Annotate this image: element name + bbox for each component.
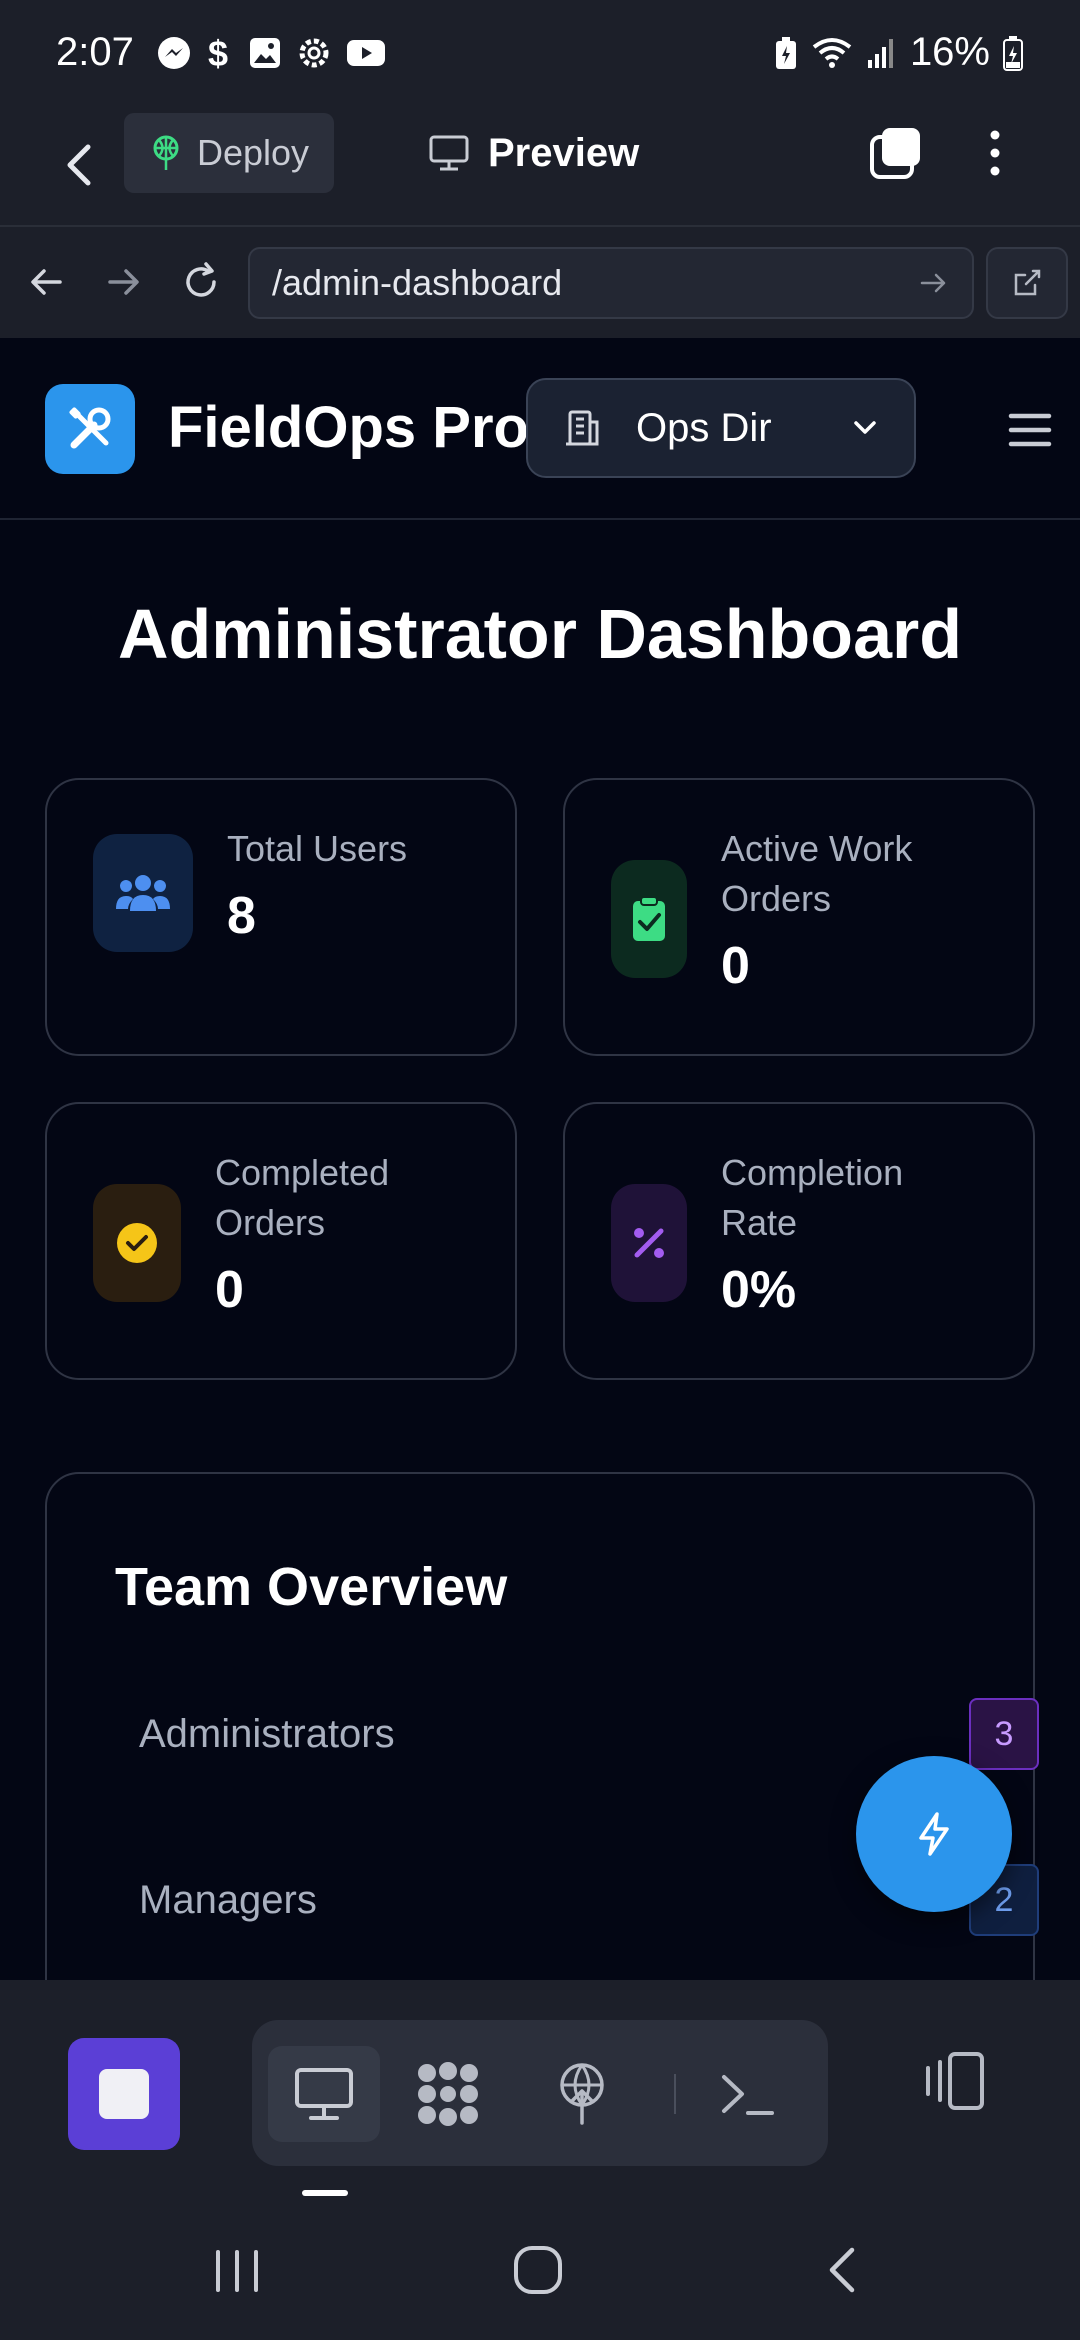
tools-icon — [64, 403, 116, 455]
monitor-icon — [428, 134, 470, 172]
tool-preview[interactable] — [268, 2046, 380, 2142]
stat-label: Completed Orders — [215, 1152, 390, 1243]
stat-value: 0 — [215, 1261, 244, 1319]
toolbar-divider — [674, 2074, 676, 2114]
tool-switcher — [252, 2020, 828, 2166]
reload-icon[interactable] — [178, 259, 224, 305]
monitor-icon — [293, 2066, 355, 2122]
stat-card-active-work-orders: Active Work Orders 0 — [563, 778, 1035, 1056]
clipboard-check-icon — [611, 860, 687, 978]
stop-button[interactable] — [68, 2038, 180, 2150]
quick-action-button[interactable] — [856, 1756, 1012, 1912]
go-arrow-icon[interactable] — [916, 266, 950, 300]
app-logo[interactable] — [45, 384, 135, 474]
preview-label: Preview — [488, 130, 640, 175]
home-icon[interactable] — [512, 2244, 564, 2296]
stat-label: Total Users — [227, 828, 408, 869]
status-time: 2:07 — [56, 30, 134, 74]
stat-value: 8 — [227, 887, 256, 945]
percent-icon — [611, 1184, 687, 1302]
building-icon — [562, 407, 604, 449]
app-header: FieldOps Pro Ops Dir — [0, 338, 1080, 520]
tool-agent[interactable] — [392, 2046, 504, 2142]
hamburger-menu-icon[interactable] — [1008, 408, 1052, 452]
page-title: Administrator Dashboard — [118, 595, 962, 673]
wifi-icon — [810, 35, 854, 71]
stat-value: 0 — [721, 937, 750, 995]
more-menu-icon[interactable] — [980, 123, 1010, 183]
count-badge: 3 — [969, 1698, 1039, 1770]
team-row-administrators[interactable]: Administrators 3 — [139, 1694, 1039, 1774]
deploy-button[interactable]: Deploy — [124, 113, 334, 193]
signal-icon — [866, 36, 898, 70]
users-icon — [93, 834, 193, 952]
chevron-down-icon — [850, 413, 880, 443]
agent-icon — [413, 2059, 483, 2129]
deploy-icon — [149, 134, 183, 172]
stat-card-total-users: Total Users 8 — [45, 778, 517, 1056]
stat-label: Active Work Orders — [721, 828, 913, 919]
replit-top-bar: Deploy Preview — [0, 105, 1080, 225]
android-nav-bar — [0, 2200, 1080, 2340]
browser-back-icon[interactable] — [24, 259, 70, 305]
role-selector[interactable]: Ops Dir — [526, 378, 916, 478]
preview-tab[interactable]: Preview — [428, 113, 639, 193]
app-name: FieldOps Pro — [168, 395, 529, 460]
team-row-label: Administrators — [139, 1711, 395, 1756]
devices-icon[interactable] — [922, 2046, 992, 2116]
external-link-icon — [1009, 265, 1045, 301]
lightning-icon — [909, 1809, 959, 1859]
terminal-icon — [718, 2069, 778, 2119]
team-row-managers[interactable]: Managers 2 — [139, 1860, 1039, 1940]
stop-icon — [99, 2069, 149, 2119]
url-input[interactable]: /admin-dashboard — [248, 247, 974, 319]
open-external-button[interactable] — [986, 247, 1068, 319]
url-text: /admin-dashboard — [272, 262, 563, 303]
browser-forward-icon[interactable] — [100, 259, 146, 305]
battery-percent: 16% — [909, 30, 990, 74]
team-row-label: Managers — [139, 1877, 317, 1922]
gallery-icon — [248, 36, 282, 70]
role-selector-value: Ops Dir — [636, 405, 772, 450]
deploy-label: Deploy — [196, 132, 310, 173]
replit-bottom-toolbar — [0, 1980, 1080, 2200]
dollar-icon: $ — [206, 34, 234, 72]
battery-saver-icon — [774, 35, 798, 71]
svg-text:$: $ — [208, 34, 228, 72]
battery-icon — [1002, 34, 1024, 72]
youtube-icon — [346, 38, 386, 68]
active-tab-indicator — [302, 2190, 348, 2196]
stat-label: Completion Rate — [721, 1152, 904, 1243]
check-circle-icon — [93, 1184, 181, 1302]
tool-deployments[interactable] — [526, 2046, 638, 2142]
browser-url-bar: /admin-dashboard — [0, 225, 1080, 338]
android-back-icon[interactable] — [824, 2244, 860, 2296]
tool-shell[interactable] — [692, 2046, 804, 2142]
stat-value: 0% — [721, 1261, 797, 1319]
status-bar: 2:07 $ 16% — [0, 0, 1080, 105]
stat-card-completion-rate: Completion Rate 0% — [563, 1102, 1035, 1380]
settings-icon — [296, 35, 332, 71]
recents-icon[interactable] — [212, 2246, 262, 2296]
messenger-icon — [156, 35, 192, 71]
back-icon[interactable] — [58, 135, 102, 195]
stat-card-completed-orders: Completed Orders 0 — [45, 1102, 517, 1380]
deploy-icon — [554, 2061, 610, 2127]
tabs-icon[interactable] — [868, 125, 924, 181]
team-overview-title: Team Overview — [115, 1557, 508, 1617]
